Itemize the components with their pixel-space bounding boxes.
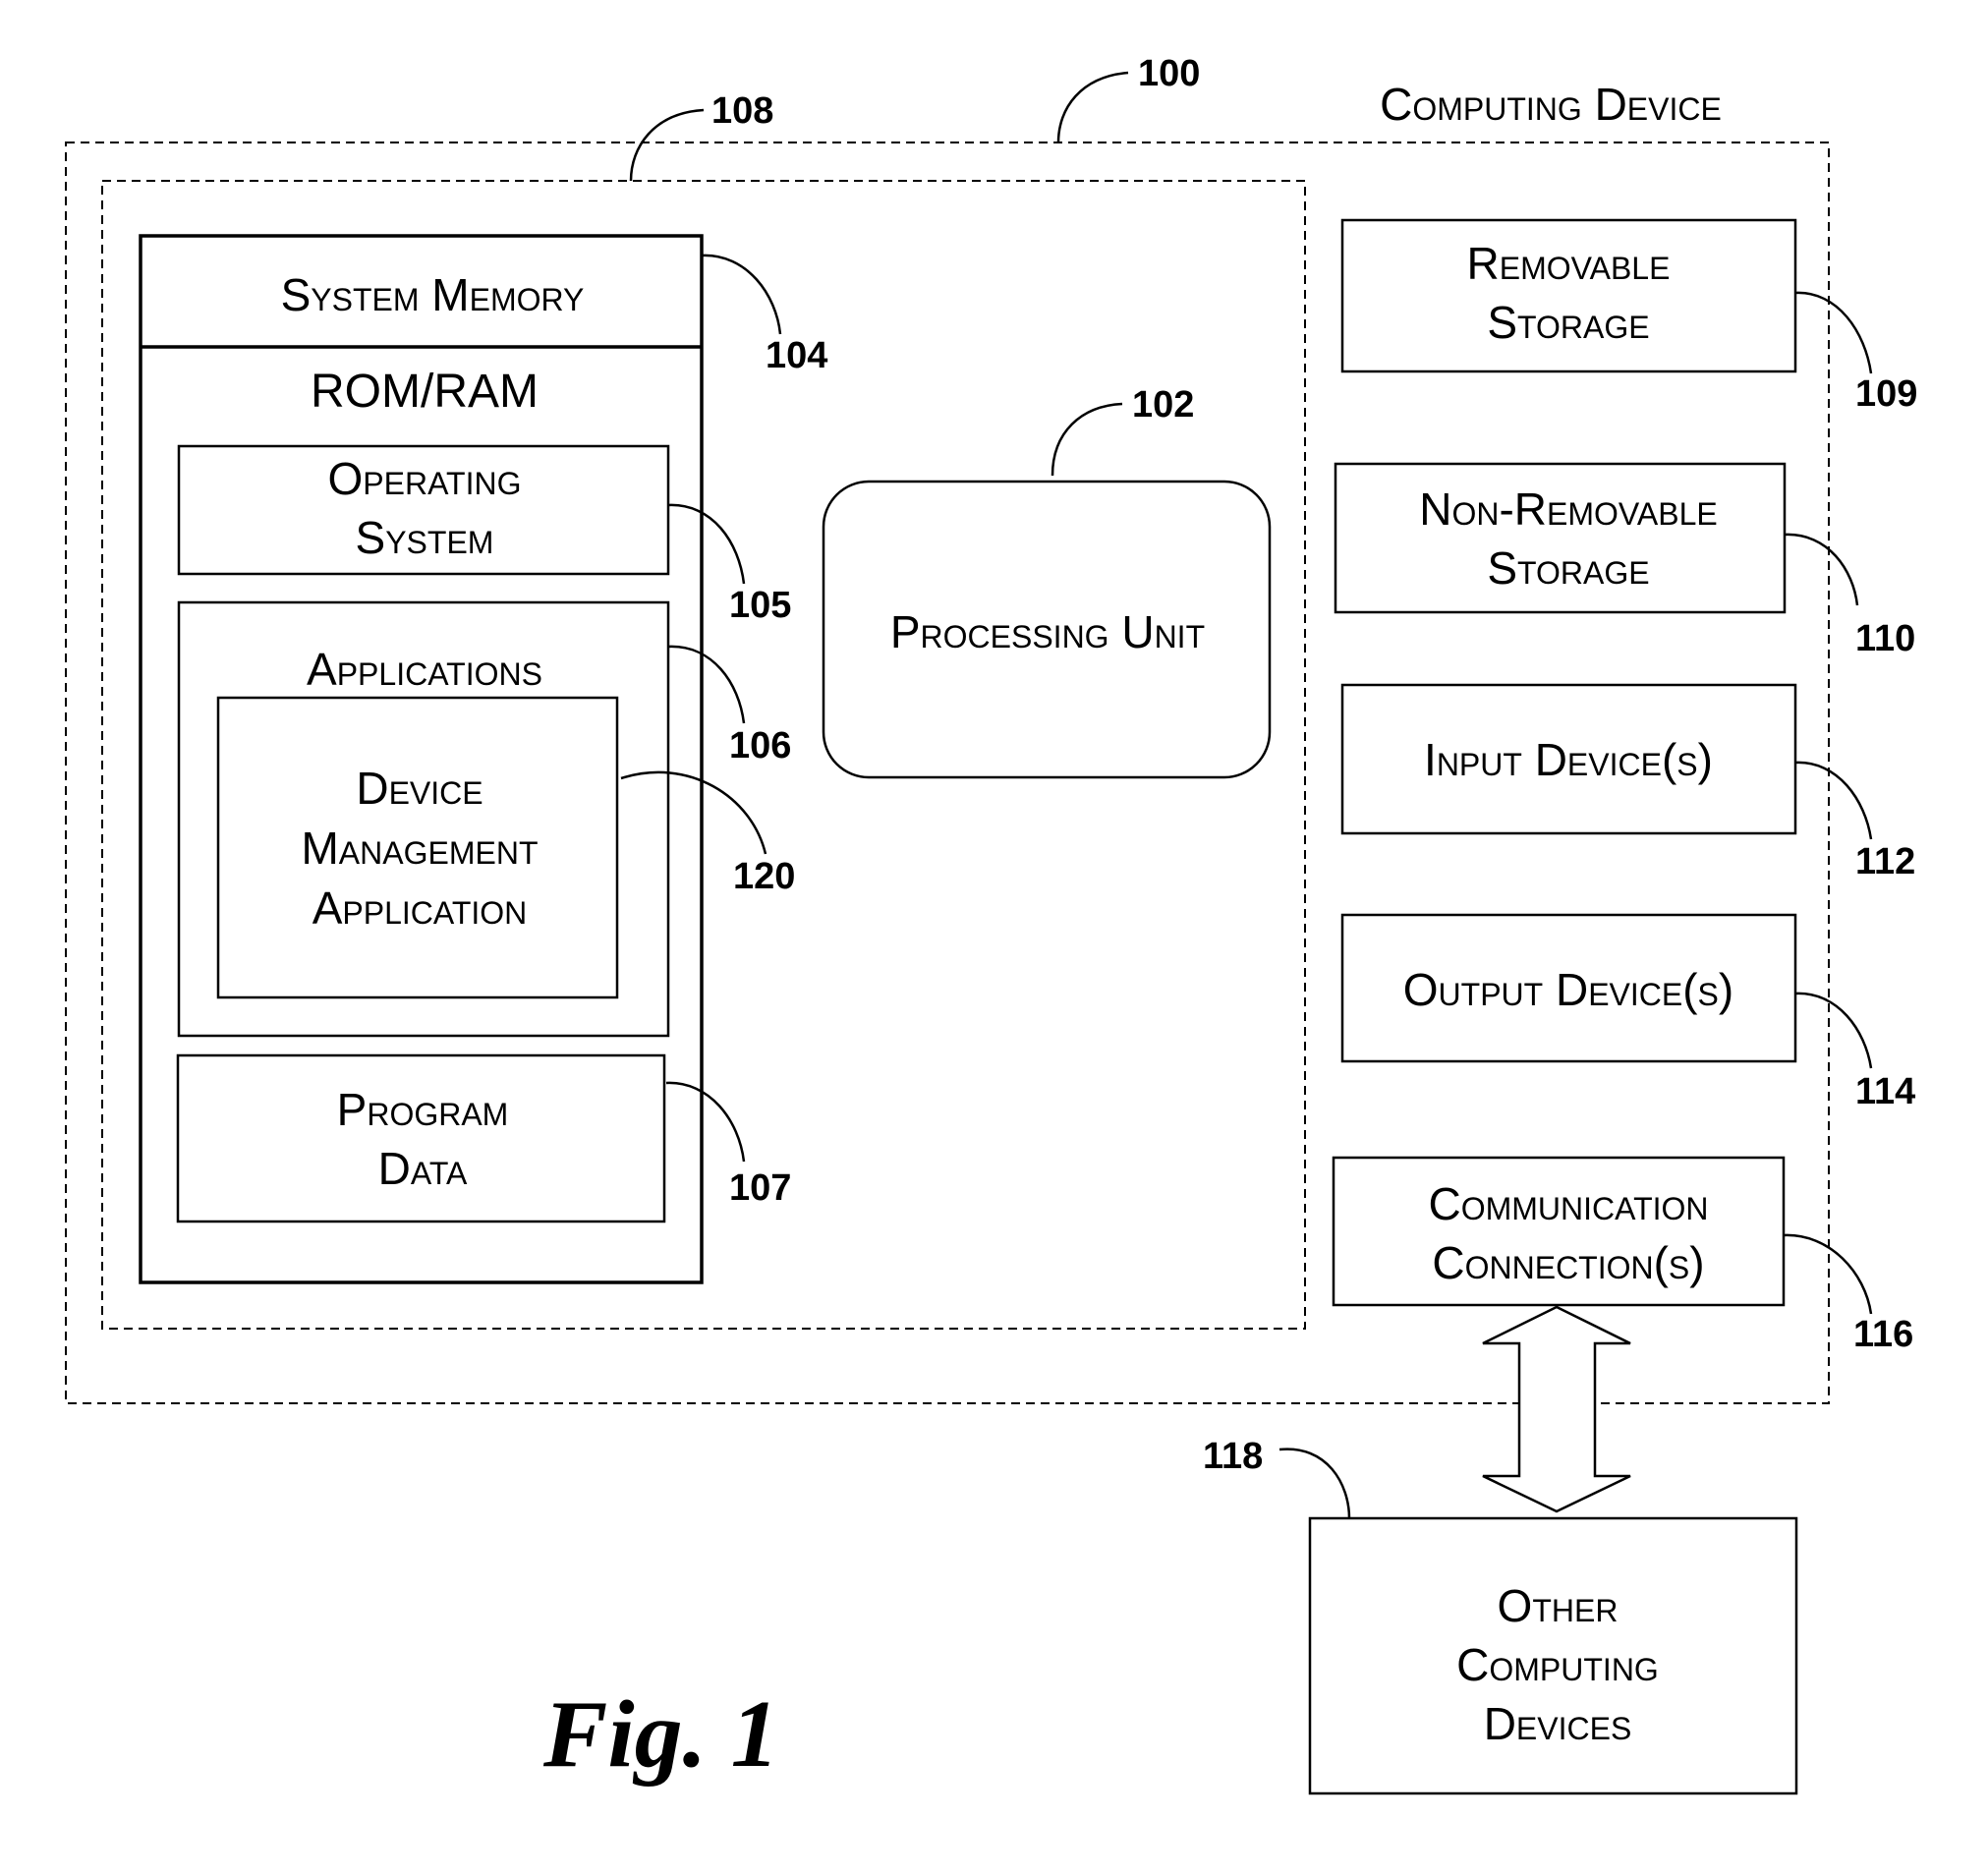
non-removable-storage-line-1: Non-Removable [1419, 483, 1717, 535]
processing-unit-label: Processing Unit [890, 606, 1205, 657]
input-devices-label: Input Device(s) [1424, 734, 1713, 785]
other-computing-devices-line-2: Computing [1456, 1639, 1659, 1690]
ref-112: 112 [1855, 841, 1915, 882]
leader-114 [1794, 992, 1873, 1069]
ref-114: 114 [1855, 1071, 1915, 1112]
removable-storage-line-1: Removable [1467, 238, 1671, 289]
program-data-box [176, 1053, 666, 1223]
leader-120 [620, 770, 767, 855]
other-computing-devices-line-1: Other [1498, 1580, 1619, 1631]
ref-104: 104 [766, 335, 827, 376]
program-data-line-1: Program [337, 1084, 509, 1135]
operating-system-line-1: Operating [328, 453, 522, 504]
rom-ram-label: ROM/RAM [311, 366, 539, 418]
ref-120: 120 [733, 856, 795, 897]
leader-100 [1056, 71, 1129, 143]
leader-109 [1794, 291, 1873, 374]
system-memory-title: System Memory [281, 269, 585, 320]
ref-106: 106 [729, 725, 791, 767]
figure-caption: Fig. 1 [542, 1681, 779, 1788]
leader-118 [1278, 1448, 1351, 1519]
ref-108: 108 [711, 90, 773, 132]
ref-107: 107 [729, 1167, 791, 1209]
leader-107 [665, 1081, 746, 1163]
dma-line-3: Application [312, 882, 528, 934]
leader-104 [701, 254, 782, 335]
computing-device-label: Computing Device [1380, 79, 1722, 130]
ref-105: 105 [729, 585, 791, 626]
leader-108 [629, 108, 705, 182]
dma-line-2: Management [301, 823, 538, 874]
operating-system-line-2: System [356, 512, 494, 563]
bidirectional-arrow-icon [1482, 1305, 1631, 1513]
ref-110: 110 [1855, 618, 1915, 659]
leader-110 [1784, 533, 1859, 606]
leader-102 [1051, 402, 1123, 477]
program-data-line-2: Data [378, 1143, 468, 1194]
dma-line-1: Device [356, 763, 483, 814]
leader-112 [1794, 761, 1873, 840]
leader-116 [1783, 1233, 1873, 1315]
non-removable-storage-line-2: Storage [1487, 542, 1649, 594]
ref-118: 118 [1203, 1436, 1263, 1477]
patent-diagram: Computing Device 100 108 System Memory R… [65, 53, 1917, 1795]
ref-102: 102 [1132, 384, 1194, 426]
output-devices-label: Output Device(s) [1403, 964, 1733, 1015]
communication-connections-line-1: Communication [1428, 1178, 1708, 1229]
leader-106 [667, 645, 746, 724]
basic-configuration-boundary [101, 180, 1306, 1330]
removable-storage-line-2: Storage [1487, 297, 1649, 348]
leader-105 [667, 503, 746, 585]
applications-label: Applications [307, 644, 542, 695]
ref-109: 109 [1855, 373, 1917, 415]
other-computing-devices-line-3: Devices [1484, 1698, 1632, 1749]
ref-116: 116 [1853, 1314, 1913, 1355]
ref-100: 100 [1138, 53, 1200, 94]
communication-connections-line-2: Connection(s) [1432, 1237, 1704, 1288]
